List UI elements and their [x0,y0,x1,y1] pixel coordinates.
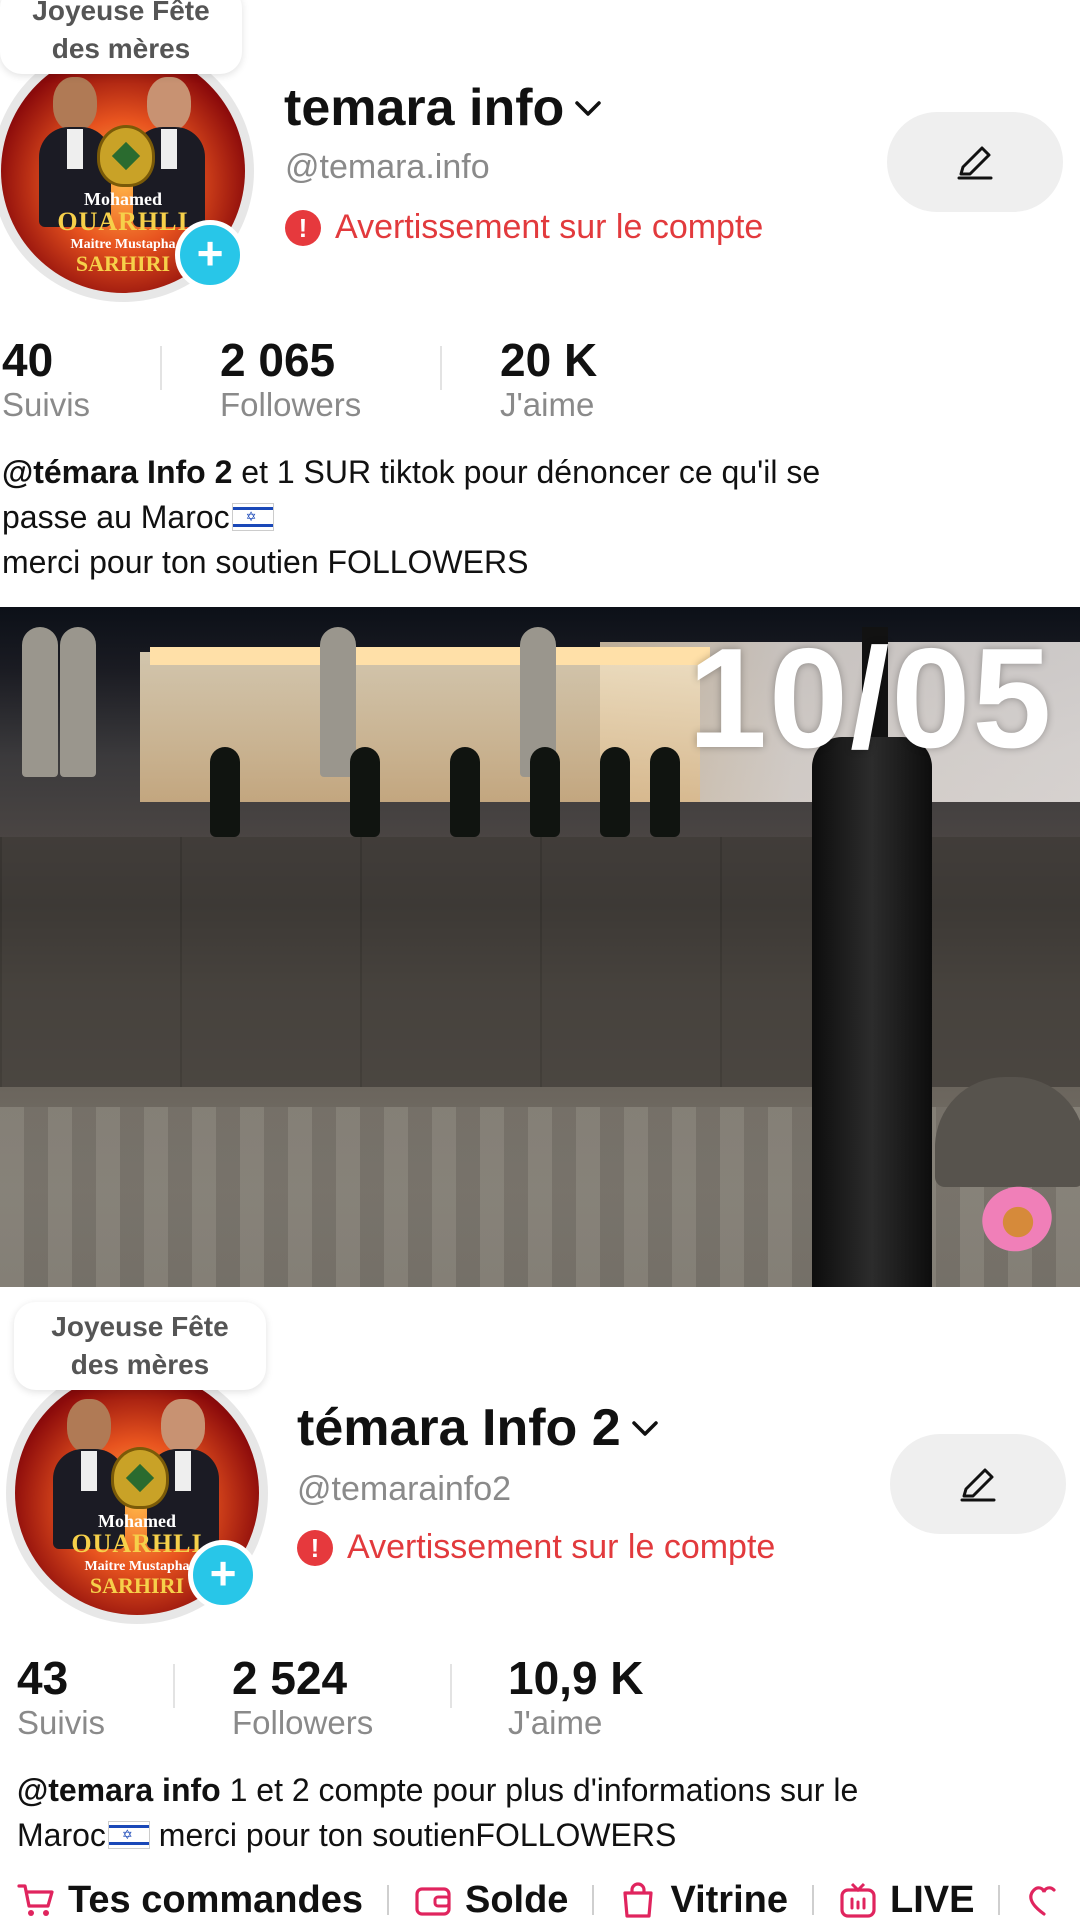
bio-text: merci pour ton soutienFOLLOWERS [149,1817,677,1853]
followers-count[interactable]: 2 065 [220,333,335,387]
live-label: LIVE [890,1878,975,1921]
divider [450,1664,452,1708]
story-note-line: Joyeuse Fête [32,0,210,26]
likes-count[interactable]: 20 K [500,333,597,387]
add-story-plus-icon[interactable]: + [175,220,245,290]
divider [440,346,442,390]
shopping-bag-icon [623,1882,654,1918]
crest-emblem-icon [97,125,155,187]
warning-icon: ! [297,1529,333,1566]
followers-count[interactable]: 2 524 [232,1651,347,1705]
divider [173,1664,175,1708]
display-name: temara info [284,79,565,137]
israel-flag-icon: ✡ [107,1821,150,1849]
likes-label: J'aime [500,386,595,423]
bio-text: Maroc [17,1817,106,1853]
following-count[interactable]: 40 [2,333,53,387]
likes-label: J'aime [508,1704,603,1741]
divider [386,1885,389,1915]
account-warning-link[interactable]: ! Avertissement sur le compte [285,208,763,247]
display-name: témara Info 2 [297,1399,621,1457]
following-label: Suivis [2,386,91,423]
divider [160,346,162,390]
account-switcher[interactable]: témara Info 2 [297,1398,661,1458]
bio-text: passe au Maroc [2,499,230,535]
cart-icon [17,1884,54,1916]
wallet-icon [415,1887,451,1916]
pencil-icon [960,1468,996,1502]
bio-mention-link[interactable]: @temara info [17,1772,221,1808]
israel-flag-icon: ✡ [231,503,274,531]
showcase-label: Vitrine [670,1878,788,1921]
followers-label: Followers [220,386,362,423]
bio-mention-link[interactable]: @témara Info 2 [2,454,232,490]
story-note-line: des mères [51,33,191,64]
more-shortcut-icon[interactable] [1024,1880,1064,1920]
followers-label: Followers [232,1704,374,1741]
story-note-line: Joyeuse Fête [51,1311,229,1342]
add-story-plus-icon[interactable]: + [188,1540,258,1610]
story-note-bubble[interactable]: Joyeuse Fête des mères [14,1302,266,1390]
profile-bio: @temara info 1 et 2 compte pour plus d'i… [17,1768,1072,1858]
divider [998,1885,1001,1915]
edit-profile-button[interactable] [887,112,1063,212]
balance-button[interactable]: Solde [413,1879,568,1922]
profile-shortcuts-bar: Tes commandes Solde Vitrine LIVE [0,1879,1080,1922]
account-warning-link[interactable]: ! Avertissement sur le compte [297,1528,775,1567]
live-tv-icon [840,1882,876,1918]
username-handle: @temara.info [285,148,490,186]
orders-label: Tes commandes [68,1878,363,1921]
following-label: Suivis [17,1704,106,1741]
warning-icon: ! [285,209,321,246]
following-count[interactable]: 43 [17,1651,68,1705]
chevron-down-icon [575,101,602,116]
edit-profile-button[interactable] [890,1434,1066,1534]
likes-count[interactable]: 10,9 K [508,1651,644,1705]
bio-text: merci pour ton soutien FOLLOWERS [2,544,529,580]
crest-emblem-icon [111,1447,169,1509]
story-note-bubble[interactable]: Joyeuse Fête des mères [0,0,242,74]
night-square-photo: 10/05 [0,607,1080,1287]
bio-text: et 1 SUR tiktok pour dénoncer ce qu'il s… [232,454,821,490]
date-overlay-text: 10/05 [688,619,1054,778]
username-handle: @temarainfo2 [297,1470,512,1508]
orders-button[interactable]: Tes commandes [16,1879,363,1922]
story-note-line: des mères [70,1349,210,1380]
pencil-icon [957,146,993,180]
chevron-down-icon [631,1421,658,1436]
balance-label: Solde [464,1878,569,1921]
divider [812,1885,814,1915]
bio-text: 1 et 2 compte pour plus d'informations s… [220,1772,859,1808]
live-button[interactable]: LIVE [838,1879,974,1922]
profile-bio: @témara Info 2 et 1 SUR tiktok pour déno… [2,450,1072,585]
divider [592,1885,595,1915]
account-switcher[interactable]: temara info [284,78,604,138]
showcase-button[interactable]: Vitrine [618,1879,788,1922]
warning-text: Avertissement sur le compte [347,1528,776,1566]
warning-text: Avertissement sur le compte [335,208,764,246]
